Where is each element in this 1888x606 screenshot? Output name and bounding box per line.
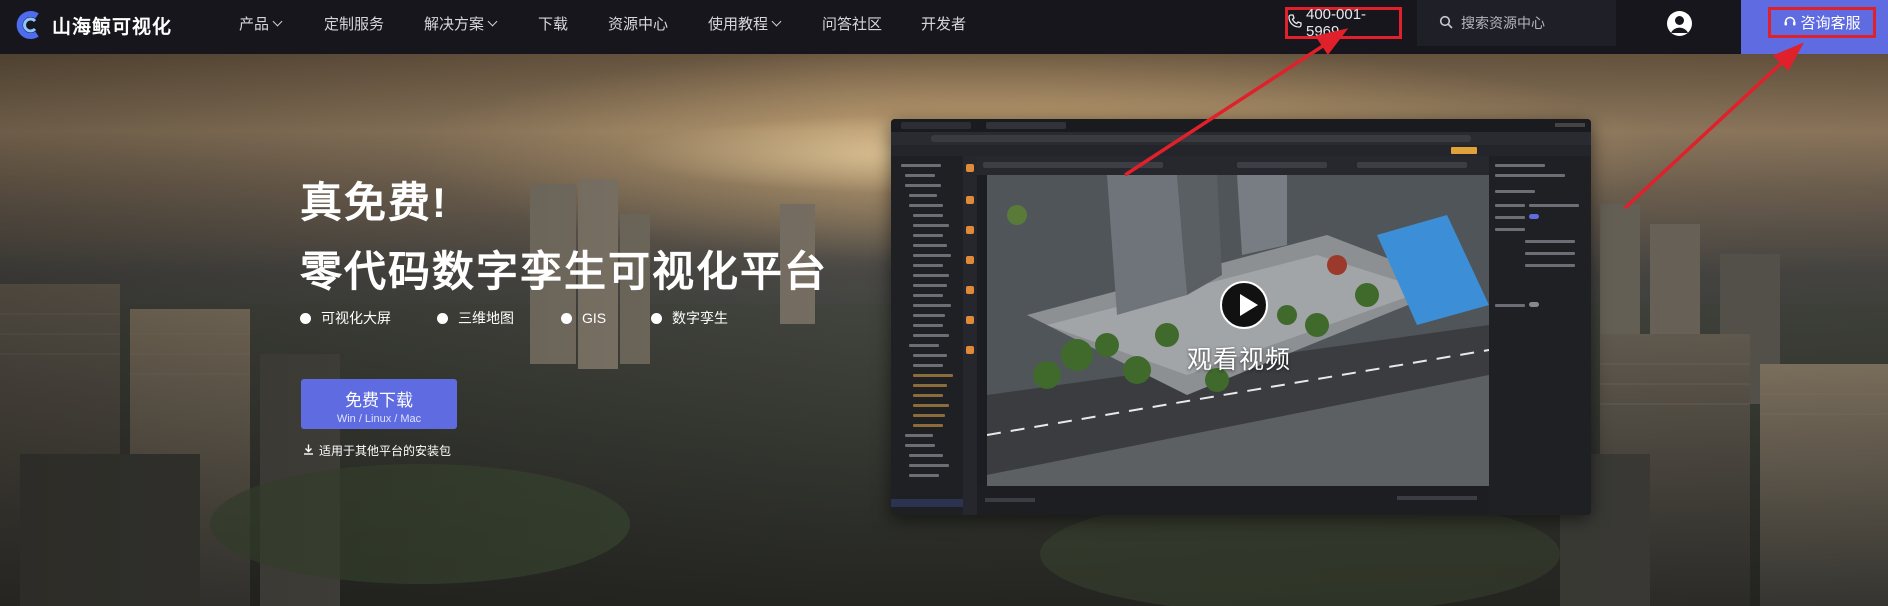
feature-label: 三维地图 — [458, 310, 514, 326]
feature-label: 可视化大屏 — [321, 310, 391, 326]
bullet-icon — [437, 312, 448, 324]
download-button-label: 免费下载 — [345, 391, 413, 410]
logo-icon — [14, 10, 44, 40]
nav-item-resource-center[interactable]: 资源中心 — [608, 0, 668, 46]
brand-logo[interactable]: 山海鲸可视化 — [14, 10, 172, 40]
download-platforms: Win / Linux / Mac — [336, 413, 422, 425]
play-icon[interactable] — [1220, 281, 1268, 329]
nav-item-developer[interactable]: 开发者 — [921, 0, 966, 46]
phone-text: 400-001-5969 — [1306, 6, 1367, 40]
feature-label: GIS — [582, 310, 607, 326]
nav-item-label: 下载 — [538, 15, 569, 33]
app-urlbar — [891, 132, 1591, 145]
nav-item-label: 解决方案 — [424, 15, 485, 33]
phone-number[interactable]: 400-001-5969 — [1285, 6, 1402, 40]
top-navbar: 山海鲸可视化 产品 定制服务 解决方案 下载 资源中心 使用教程 问答社区 开发… — [0, 0, 1888, 54]
feature-list: 可视化大屏 三维地图 GIS 数字孪生 — [300, 308, 728, 328]
hero-subtitle: 零代码数字孪生可视化平台 — [300, 248, 829, 295]
nav-item-solutions[interactable]: 解决方案 — [424, 0, 498, 46]
search-placeholder: 搜索资源中心 — [1461, 15, 1545, 31]
app-tabbar — [891, 119, 1591, 132]
user-icon[interactable] — [1667, 11, 1692, 36]
app-properties-panel — [1489, 156, 1591, 515]
free-download-button[interactable]: 免费下载 Win / Linux / Mac — [301, 379, 457, 429]
feature-item: 三维地图 — [437, 308, 561, 328]
other-platforms-link[interactable]: 适用于其他平台的安装包 — [303, 442, 451, 459]
nav-item-product[interactable]: 产品 — [239, 0, 283, 46]
brand-name: 山海鲸可视化 — [52, 16, 173, 38]
phone-icon — [1288, 14, 1306, 32]
bullet-icon — [561, 312, 572, 324]
watch-video-label[interactable]: 观看视频 — [1187, 340, 1291, 376]
bullet-icon — [651, 312, 662, 324]
search-input[interactable]: 搜索资源中心 — [1417, 0, 1616, 46]
video-preview[interactable]: 观看视频 — [891, 119, 1591, 515]
scene-toolbar — [977, 156, 1489, 175]
consult-highlight[interactable]: 咨询客服 — [1768, 7, 1876, 38]
feature-item: 可视化大屏 — [300, 308, 437, 328]
scene-viewport — [987, 175, 1489, 486]
nav-item-label: 问答社区 — [822, 15, 883, 33]
nav-item-download[interactable]: 下载 — [538, 0, 568, 46]
hero-section: 真免费! 零代码数字孪生可视化平台 可视化大屏 三维地图 GIS 数字孪生 免费… — [0, 54, 1888, 606]
app-statusbar — [977, 486, 1489, 515]
app-layer-tree — [891, 156, 963, 515]
search-icon — [1439, 15, 1461, 32]
nav-item-label: 开发者 — [921, 15, 967, 33]
consult-button[interactable]: 咨询客服 — [1741, 0, 1888, 54]
other-platforms-label: 适用于其他平台的安装包 — [319, 444, 452, 458]
nav-item-tutorials[interactable]: 使用教程 — [708, 0, 782, 46]
nav-item-qa-community[interactable]: 问答社区 — [822, 0, 882, 46]
nav-item-label: 产品 — [239, 15, 270, 33]
app-icon-rail — [963, 156, 977, 515]
feature-label: 数字孪生 — [672, 310, 728, 326]
chevron-down-icon — [487, 16, 498, 26]
chevron-down-icon — [771, 16, 782, 26]
headset-icon — [1783, 14, 1800, 32]
chevron-down-icon — [272, 16, 283, 26]
hero-title: 真免费! — [300, 179, 448, 226]
feature-item: GIS — [561, 308, 651, 328]
feature-item: 数字孪生 — [651, 308, 728, 328]
download-icon — [303, 444, 319, 458]
nav-item-label: 定制服务 — [324, 15, 385, 33]
bullet-icon — [300, 312, 311, 324]
consult-label: 咨询客服 — [1800, 15, 1861, 32]
app-toolbar — [891, 145, 1591, 156]
nav-item-custom-service[interactable]: 定制服务 — [324, 0, 384, 46]
nav-item-label: 资源中心 — [608, 15, 669, 33]
nav-item-label: 使用教程 — [708, 15, 769, 33]
